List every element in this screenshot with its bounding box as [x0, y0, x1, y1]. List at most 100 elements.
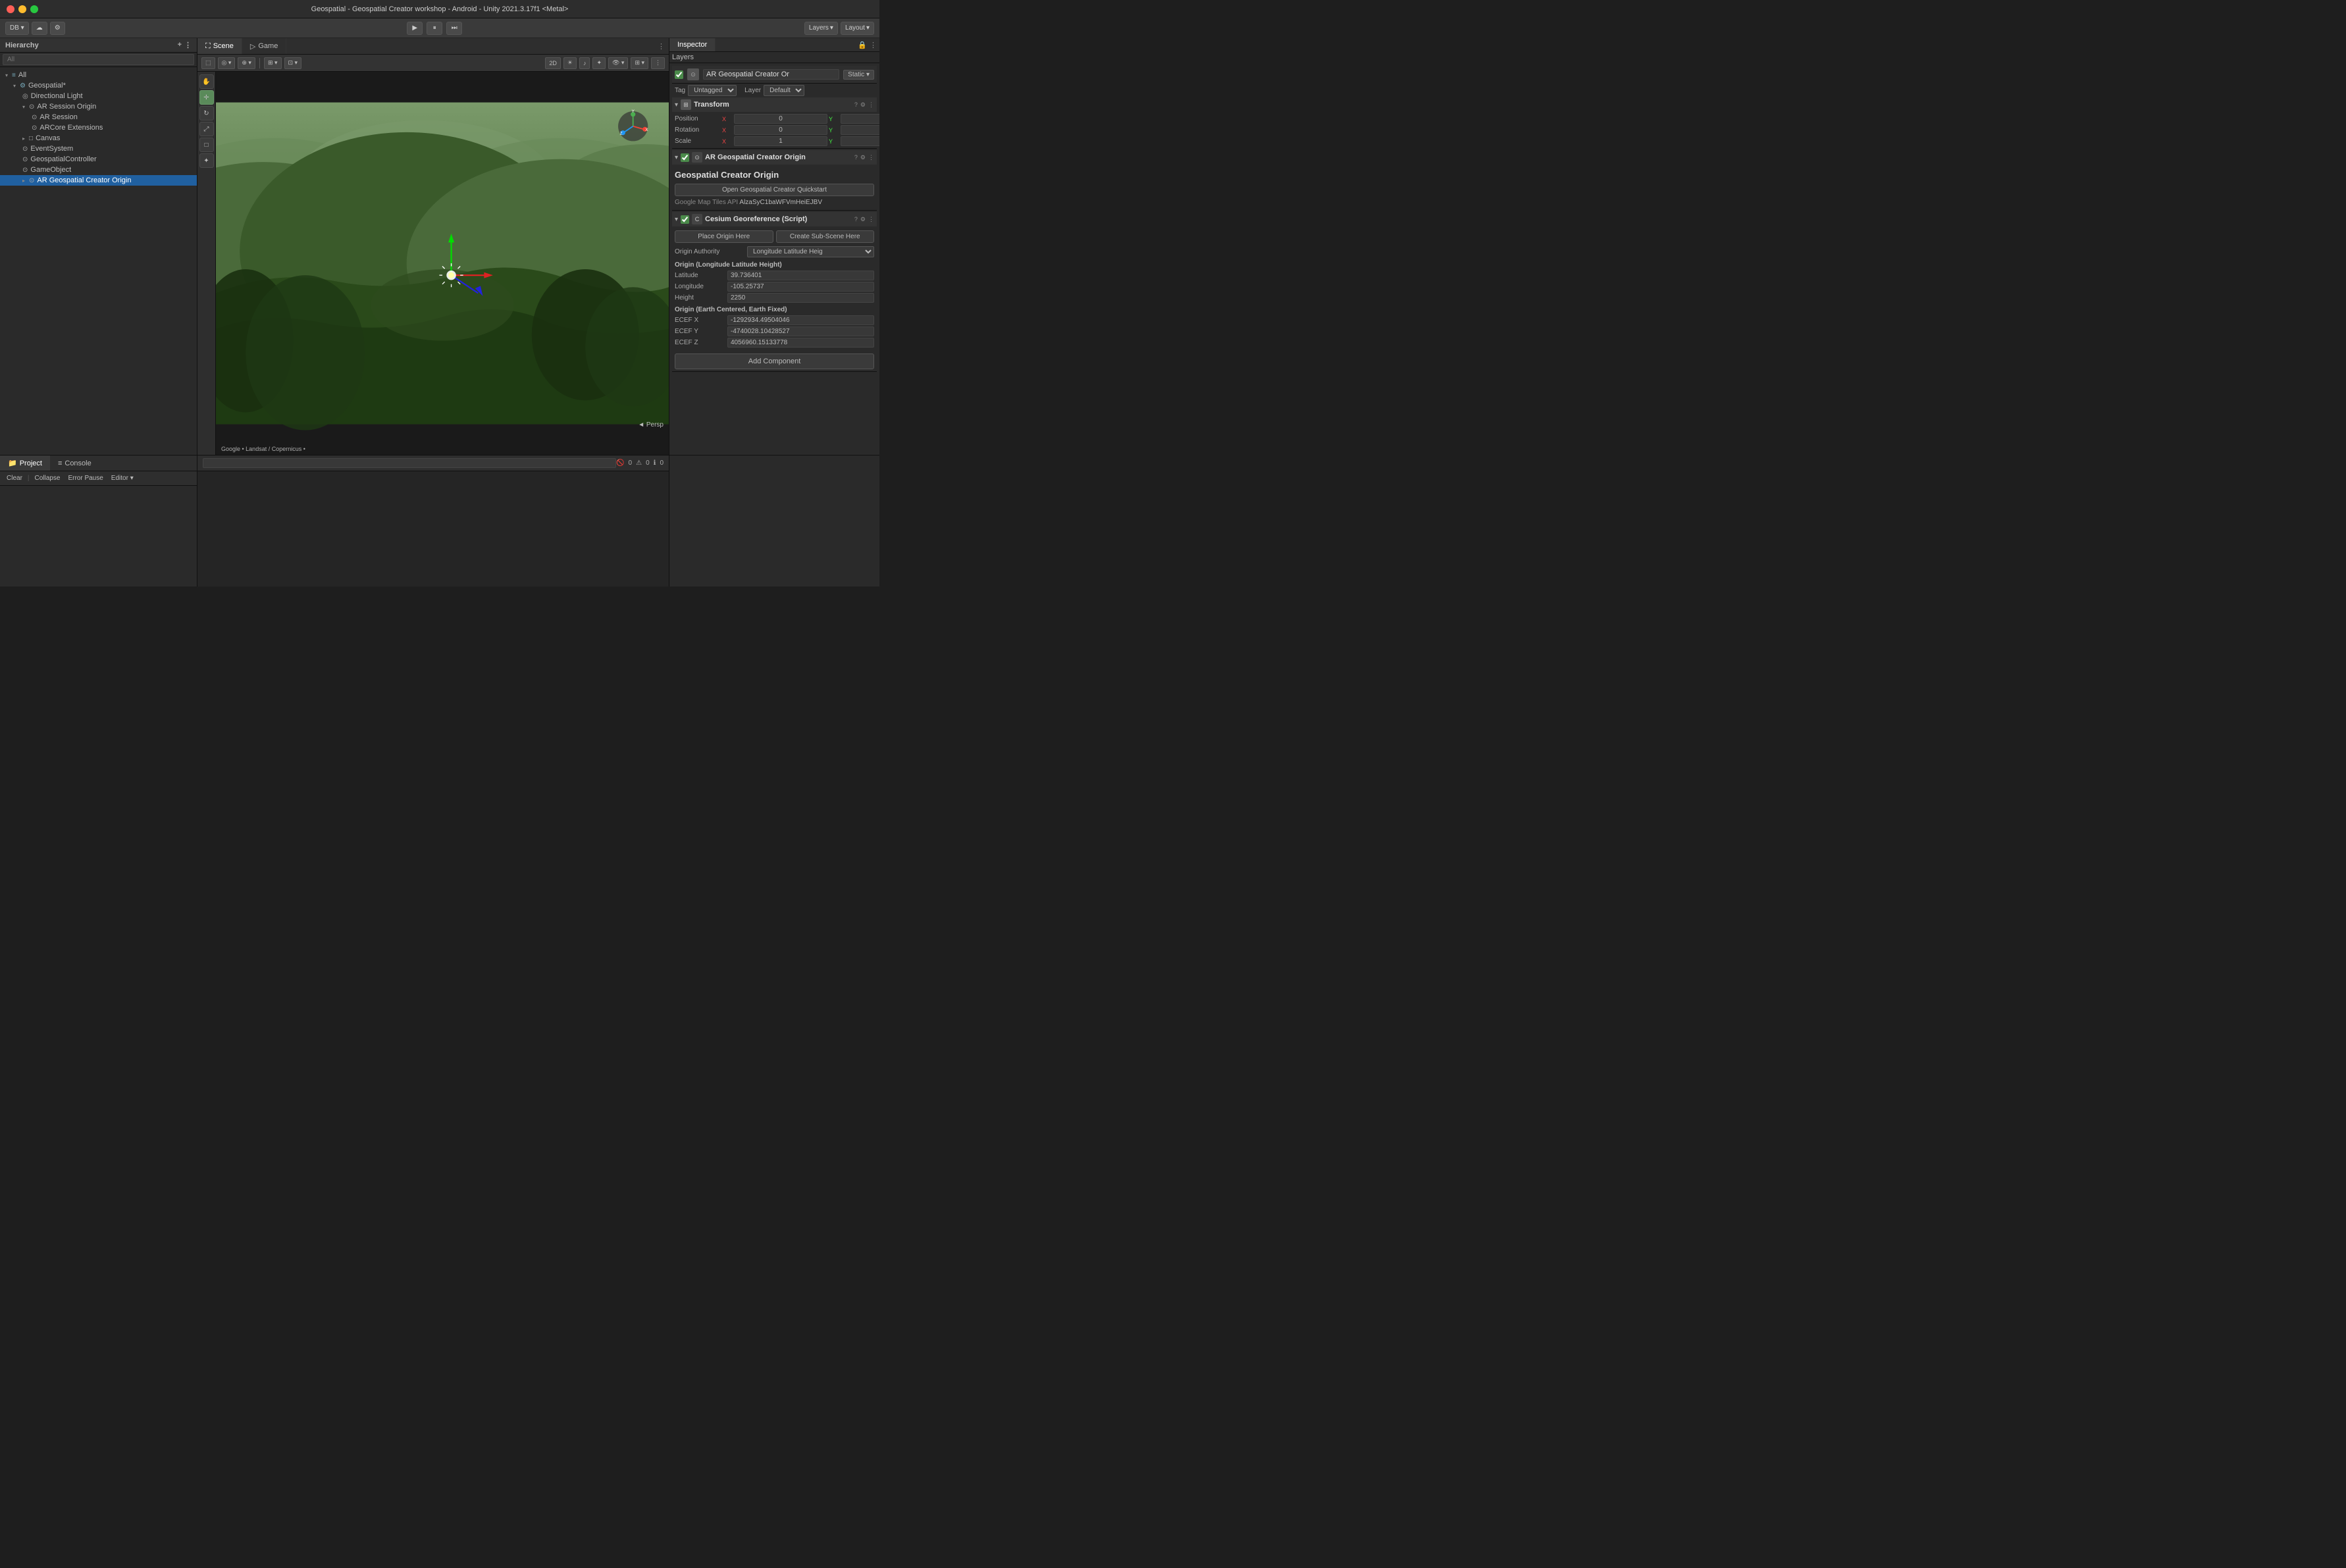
- object-active-checkbox[interactable]: [675, 70, 683, 79]
- rect-tool-btn[interactable]: □: [199, 138, 214, 152]
- transform-settings-icon[interactable]: ⚙: [860, 101, 866, 109]
- cesium-menu-icon[interactable]: ⋮: [868, 216, 874, 223]
- collapse-button[interactable]: Collapse: [32, 474, 63, 483]
- scale-tool-btn[interactable]: ⤢: [199, 122, 214, 136]
- ecef-z-field[interactable]: [727, 338, 874, 348]
- bottom-panels: 📁 Project ≡ Console Clear | Collapse Err…: [0, 455, 879, 587]
- project-tab[interactable]: 📁 Project: [0, 456, 50, 471]
- scene-audio-toggle[interactable]: ♪: [579, 57, 590, 69]
- scene-pivot[interactable]: ◎ ▾: [218, 57, 236, 69]
- tab-scene[interactable]: ⛶ Scene: [197, 38, 242, 54]
- layout-button[interactable]: Layout ▾: [841, 22, 874, 35]
- tree-item-all[interactable]: ▾ ≡ All: [0, 70, 197, 80]
- cloud-button[interactable]: ☁: [32, 22, 47, 35]
- left-tools: ✋ ✛ ↻ ⤢ □ ✦: [197, 72, 216, 455]
- main-toolbar: DB ▾ ☁ ⚙ ▶ ⏸ ⏭ Layers ▾ Layout ▾: [0, 18, 879, 38]
- tree-item-directional-light[interactable]: ◎ Directional Light: [0, 91, 197, 101]
- layer-dropdown[interactable]: Default: [764, 85, 804, 96]
- open-quickstart-button[interactable]: Open Geospatial Creator Quickstart: [675, 184, 874, 196]
- place-origin-button[interactable]: Place Origin Here: [675, 230, 773, 243]
- editor-button[interactable]: Editor ▾: [109, 474, 136, 483]
- transform-help-icon[interactable]: ?: [854, 101, 858, 109]
- scale-y-field[interactable]: [841, 136, 879, 146]
- tree-item-geospatial-controller[interactable]: ⊙ GeospatialController: [0, 154, 197, 165]
- ecef-x-label: ECEF X: [675, 317, 727, 324]
- ecef-x-field[interactable]: [727, 315, 874, 325]
- settings-button[interactable]: ⚙: [50, 22, 65, 35]
- hierarchy-search[interactable]: [3, 54, 194, 65]
- geospatial-menu-icon[interactable]: ⋮: [868, 154, 874, 161]
- geospatial-settings-icon[interactable]: ⚙: [860, 154, 866, 161]
- rot-x-field[interactable]: [734, 125, 827, 135]
- cesium-header[interactable]: ▾ C Cesium Georeference (Script) ? ⚙ ⋮: [672, 212, 877, 226]
- hand-tool-btn[interactable]: ✋: [199, 74, 214, 89]
- scene-hidden-toggle[interactable]: 👁 ▾: [608, 57, 628, 69]
- tree-item-eventsystem[interactable]: ⊙ EventSystem: [0, 144, 197, 154]
- geospatial-help-icon[interactable]: ?: [854, 154, 858, 161]
- hierarchy-menu-icon[interactable]: ⋮: [184, 41, 192, 49]
- step-button[interactable]: ⏭: [446, 22, 462, 35]
- tag-dropdown[interactable]: Untagged: [688, 85, 737, 96]
- rotate-tool-btn[interactable]: ↻: [199, 106, 214, 120]
- origin-authority-dropdown[interactable]: Longitude Latitude Heig: [747, 246, 874, 257]
- play-button[interactable]: ▶: [407, 22, 423, 35]
- console-search[interactable]: [203, 458, 616, 468]
- tree-item-canvas[interactable]: ▸ □ Canvas: [0, 133, 197, 144]
- cesium-settings-icon[interactable]: ⚙: [860, 216, 866, 223]
- close-button[interactable]: [7, 5, 14, 13]
- height-field[interactable]: [727, 293, 874, 303]
- pos-x-field[interactable]: [734, 114, 827, 124]
- static-button[interactable]: Static ▾: [843, 70, 874, 80]
- transform-menu-icon[interactable]: ⋮: [868, 101, 874, 109]
- create-sub-scene-button[interactable]: Create Sub-Scene Here: [776, 230, 875, 243]
- layers-button[interactable]: Layers ▾: [804, 22, 838, 35]
- inspector-lock-icon[interactable]: 🔒: [858, 41, 867, 49]
- geospatial-component-header[interactable]: ▾ ⊙ AR Geospatial Creator Origin ? ⚙ ⋮: [672, 150, 877, 165]
- scene-light-toggle[interactable]: ☀: [563, 57, 577, 69]
- tree-item-gameobject[interactable]: ⊙ GameObject: [0, 165, 197, 175]
- tree-item-geospatial[interactable]: ▾ ⚙ Geospatial*: [0, 80, 197, 91]
- geospatial-active-checkbox[interactable]: [681, 153, 689, 162]
- scene-global[interactable]: ⊕ ▾: [238, 57, 255, 69]
- longitude-field[interactable]: [727, 282, 874, 292]
- tree-item-arcore-extensions[interactable]: ⊙ ARCore Extensions: [0, 122, 197, 133]
- maximize-button[interactable]: [30, 5, 38, 13]
- object-name-field[interactable]: AR Geospatial Creator Or: [703, 69, 839, 80]
- minimize-button[interactable]: [18, 5, 26, 13]
- inspector-tab-inspector[interactable]: Inspector: [669, 38, 716, 51]
- layers-tab-label[interactable]: Layers: [672, 53, 694, 61]
- scale-x-field[interactable]: [734, 136, 827, 146]
- scene-persp-toggle[interactable]: 2D: [545, 57, 561, 69]
- hierarchy-add-icon[interactable]: +: [178, 41, 182, 49]
- console-tab[interactable]: ≡ Console: [50, 456, 99, 471]
- ecef-y-field[interactable]: [727, 327, 874, 336]
- move-tool-btn[interactable]: ✛: [199, 90, 214, 105]
- error-pause-button[interactable]: Error Pause: [65, 474, 105, 483]
- center-panel: ⛶ Scene ▷ Game ⋮ ⬚ ◎ ▾ ⊕ ▾ ⊞ ▾ ⊡ ▾ 2D ☀ …: [197, 38, 669, 455]
- scene-snap[interactable]: ⊡ ▾: [284, 57, 302, 69]
- rot-y-field[interactable]: [841, 125, 879, 135]
- scene-grid[interactable]: ⊞ ▾: [264, 57, 282, 69]
- scene-area: ✋ ✛ ↻ ⤢ □ ✦: [197, 72, 669, 455]
- scene-extra[interactable]: ⋮: [651, 57, 665, 69]
- clear-button[interactable]: Clear: [4, 474, 25, 483]
- transform-tool-btn[interactable]: ✦: [199, 153, 214, 168]
- tree-item-ar-session-origin[interactable]: ▾ ⊙ AR Session Origin: [0, 101, 197, 112]
- db-button[interactable]: DB ▾: [5, 22, 29, 35]
- transform-header[interactable]: ▾ ⊞ Transform ? ⚙ ⋮: [672, 97, 877, 112]
- tree-item-ar-geospatial-origin[interactable]: ▸ ⊙ AR Geospatial Creator Origin: [0, 175, 197, 186]
- tree-item-ar-session[interactable]: ⊙ AR Session: [0, 112, 197, 122]
- scene-fx-toggle[interactable]: ✦: [592, 57, 606, 69]
- cesium-active-checkbox[interactable]: [681, 215, 689, 224]
- add-component-button[interactable]: Add Component: [675, 353, 874, 369]
- scene-viewport[interactable]: Y X Z ◄ Persp Google • Landsat / Coperni…: [216, 72, 669, 455]
- pause-button[interactable]: ⏸: [427, 22, 442, 35]
- scene-more-icon[interactable]: ⋮: [658, 42, 665, 51]
- cesium-help-icon[interactable]: ?: [854, 216, 858, 223]
- pos-y-field[interactable]: [841, 114, 879, 124]
- latitude-field[interactable]: [727, 271, 874, 280]
- tab-game[interactable]: ▷ Game: [242, 38, 286, 54]
- inspector-menu-icon[interactable]: ⋮: [870, 41, 877, 49]
- scene-gizmos[interactable]: ⊞ ▾: [631, 57, 648, 69]
- scene-draw-mode[interactable]: ⬚: [201, 57, 215, 69]
